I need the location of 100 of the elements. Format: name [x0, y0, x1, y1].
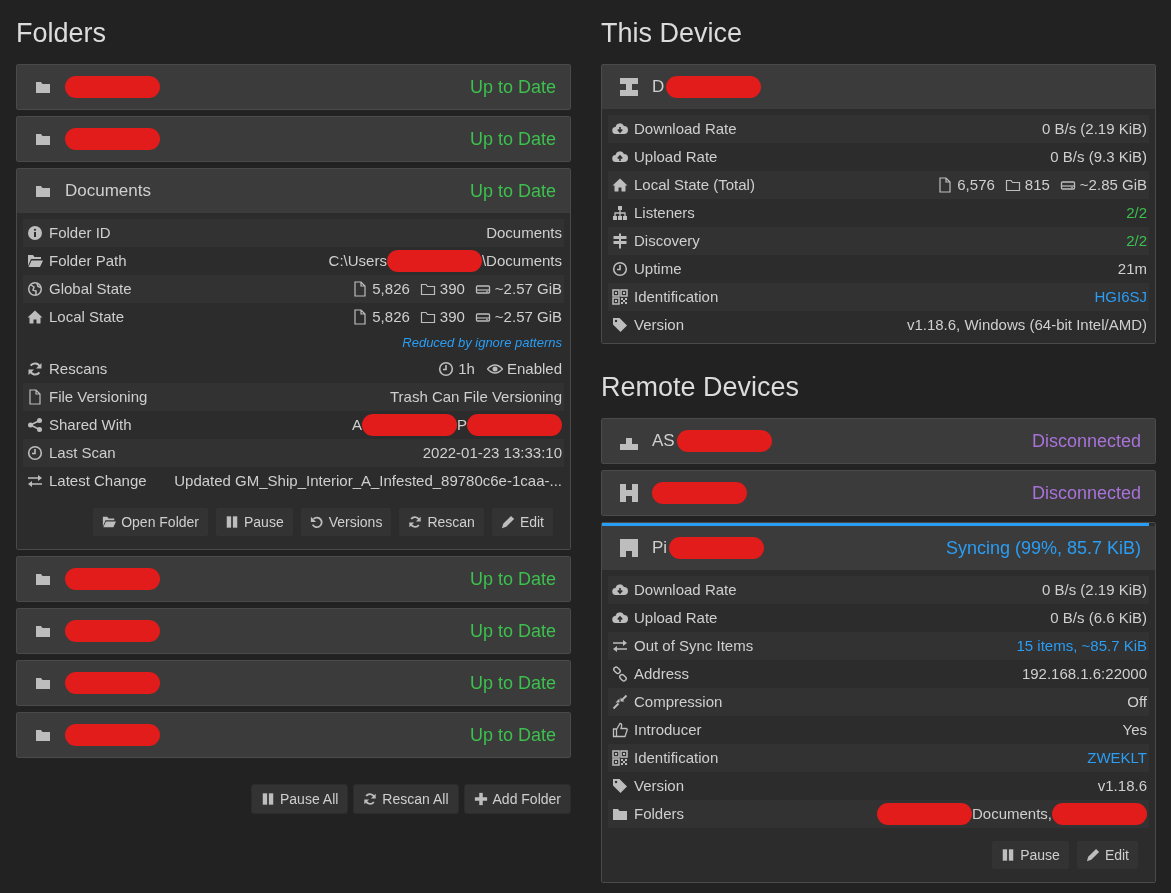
action-button[interactable]: Pause [991, 840, 1070, 870]
detail-value: 15 items, ~85.7 KiB [1016, 635, 1147, 656]
action-button[interactable]: Pause All [251, 784, 349, 814]
cloud-download-icon [612, 582, 628, 598]
section-title: Folders [16, 17, 108, 50]
detail-value: Documents, [971, 803, 1052, 824]
detail-label: Local State [49, 306, 125, 327]
folder-icon [35, 727, 51, 743]
action-button[interactable]: Add Folder [463, 784, 571, 814]
detail-value: v1.18.6, Windows (64-bit Intel/AMD) [906, 314, 1147, 335]
detail-label: Global State [49, 278, 132, 299]
detail-label: Folder ID [49, 222, 111, 243]
detail-label: Latest Change [49, 470, 147, 491]
eye-icon [486, 361, 503, 377]
action-button[interactable]: Versions [299, 507, 393, 537]
status-text: Up to Date [469, 75, 556, 99]
signpost-icon [612, 233, 628, 249]
detail-value: Updated GM_Ship_Interior_A_Infested_89780c6e-1caa-... [174, 470, 562, 491]
detail-label: Upload Rate [634, 146, 718, 167]
detail-label: Uptime [634, 258, 682, 279]
detail-value: A [351, 414, 362, 435]
clock-icon [438, 361, 455, 377]
exchange-icon [27, 473, 43, 489]
detail-value: C:\Users [328, 250, 387, 271]
folder-icon [419, 309, 436, 325]
detail-label: Local State (Total) [634, 174, 755, 195]
action-button[interactable]: Rescan [398, 507, 485, 537]
folder-icon [419, 281, 436, 297]
status-text: Up to Date [469, 619, 556, 643]
detail-value: 0 B/s (6.6 KiB) [1050, 607, 1147, 628]
detail-label: Download Rate [634, 118, 737, 139]
detail-value: 21m [1117, 258, 1147, 279]
pencil-icon [1085, 848, 1100, 862]
refresh-icon [408, 515, 423, 529]
sitemap-icon [612, 205, 628, 221]
folder-count: 390 [439, 278, 465, 299]
compress-icon [612, 694, 628, 710]
detail-label: Shared With [49, 414, 132, 435]
status-text: Syncing (99%, 85.7 KiB) [945, 536, 1141, 560]
detail-label: Identification [634, 747, 719, 768]
detail-value: Trash Can File Versioning [389, 386, 562, 407]
action-button[interactable]: Pause [215, 507, 294, 537]
status-text: Up to Date [469, 179, 556, 203]
status-text: Disconnected [1031, 481, 1141, 505]
link-icon [612, 666, 628, 682]
folder-icon [35, 571, 51, 587]
detail-label: Out of Sync Items [634, 635, 754, 656]
detail-label: Rescans [49, 358, 108, 379]
detail-label: Folder Path [49, 250, 127, 271]
clock-icon [27, 445, 43, 461]
detail-value: Yes [1122, 719, 1147, 740]
status-text: Up to Date [469, 127, 556, 151]
detail-value: 192.168.1.6:22000 [1021, 663, 1147, 684]
plus-icon [473, 792, 488, 806]
folder-icon [35, 131, 51, 147]
detail-value: 0 B/s (2.19 KiB) [1041, 579, 1147, 600]
globe-icon [27, 281, 43, 297]
detail-value: P [457, 414, 467, 435]
detail-value: 2/2 [1126, 202, 1147, 223]
detail-label: Identification [634, 286, 719, 307]
cloud-download-icon [612, 121, 628, 137]
file-count: 5,826 [372, 278, 410, 299]
home-icon [27, 309, 43, 325]
name-text: Pi [652, 537, 668, 560]
detail-label: Folders [634, 803, 685, 824]
file-icon [27, 389, 43, 405]
pause-icon [261, 792, 275, 806]
detail-label: Version [634, 775, 685, 796]
detail-value: 2/2 [1126, 230, 1147, 251]
status-text: Up to Date [469, 723, 556, 747]
file-count: 5,826 [372, 306, 410, 327]
clock-icon [612, 261, 628, 277]
folder-icon [1004, 177, 1021, 193]
detail-value: \Documents [481, 250, 562, 271]
share-icon [27, 417, 43, 433]
detail-label: File Versioning [49, 386, 148, 407]
action-button[interactable]: Rescan All [353, 784, 459, 814]
detail-label: Compression [634, 691, 723, 712]
tag-icon [612, 778, 628, 794]
action-button[interactable]: Edit [1075, 840, 1139, 870]
folder-icon [35, 183, 51, 199]
status-text: Disconnected [1031, 429, 1141, 453]
detail-label: Address [634, 663, 690, 684]
detail-label: Download Rate [634, 579, 737, 600]
detail-label: Upload Rate [634, 607, 718, 628]
folder-icon [35, 623, 51, 639]
detail-value: HGI6SJ [1094, 286, 1147, 307]
detail-value: 2022-01-23 13:33:10 [422, 442, 562, 463]
tag-icon [612, 317, 628, 333]
size-value: ~2.57 GiB [494, 306, 562, 327]
undo-icon [309, 515, 324, 529]
refresh-icon [27, 361, 43, 377]
name-text: D [652, 76, 665, 99]
detail-value: 0 B/s (2.19 KiB) [1041, 118, 1147, 139]
folder-icon [35, 79, 51, 95]
detail-value: 0 B/s (9.3 KiB) [1050, 146, 1147, 167]
action-button[interactable]: Edit [490, 507, 554, 537]
refresh-icon [363, 792, 378, 806]
action-button[interactable]: Open Folder [92, 507, 209, 537]
thumbs-up-icon [612, 722, 628, 738]
